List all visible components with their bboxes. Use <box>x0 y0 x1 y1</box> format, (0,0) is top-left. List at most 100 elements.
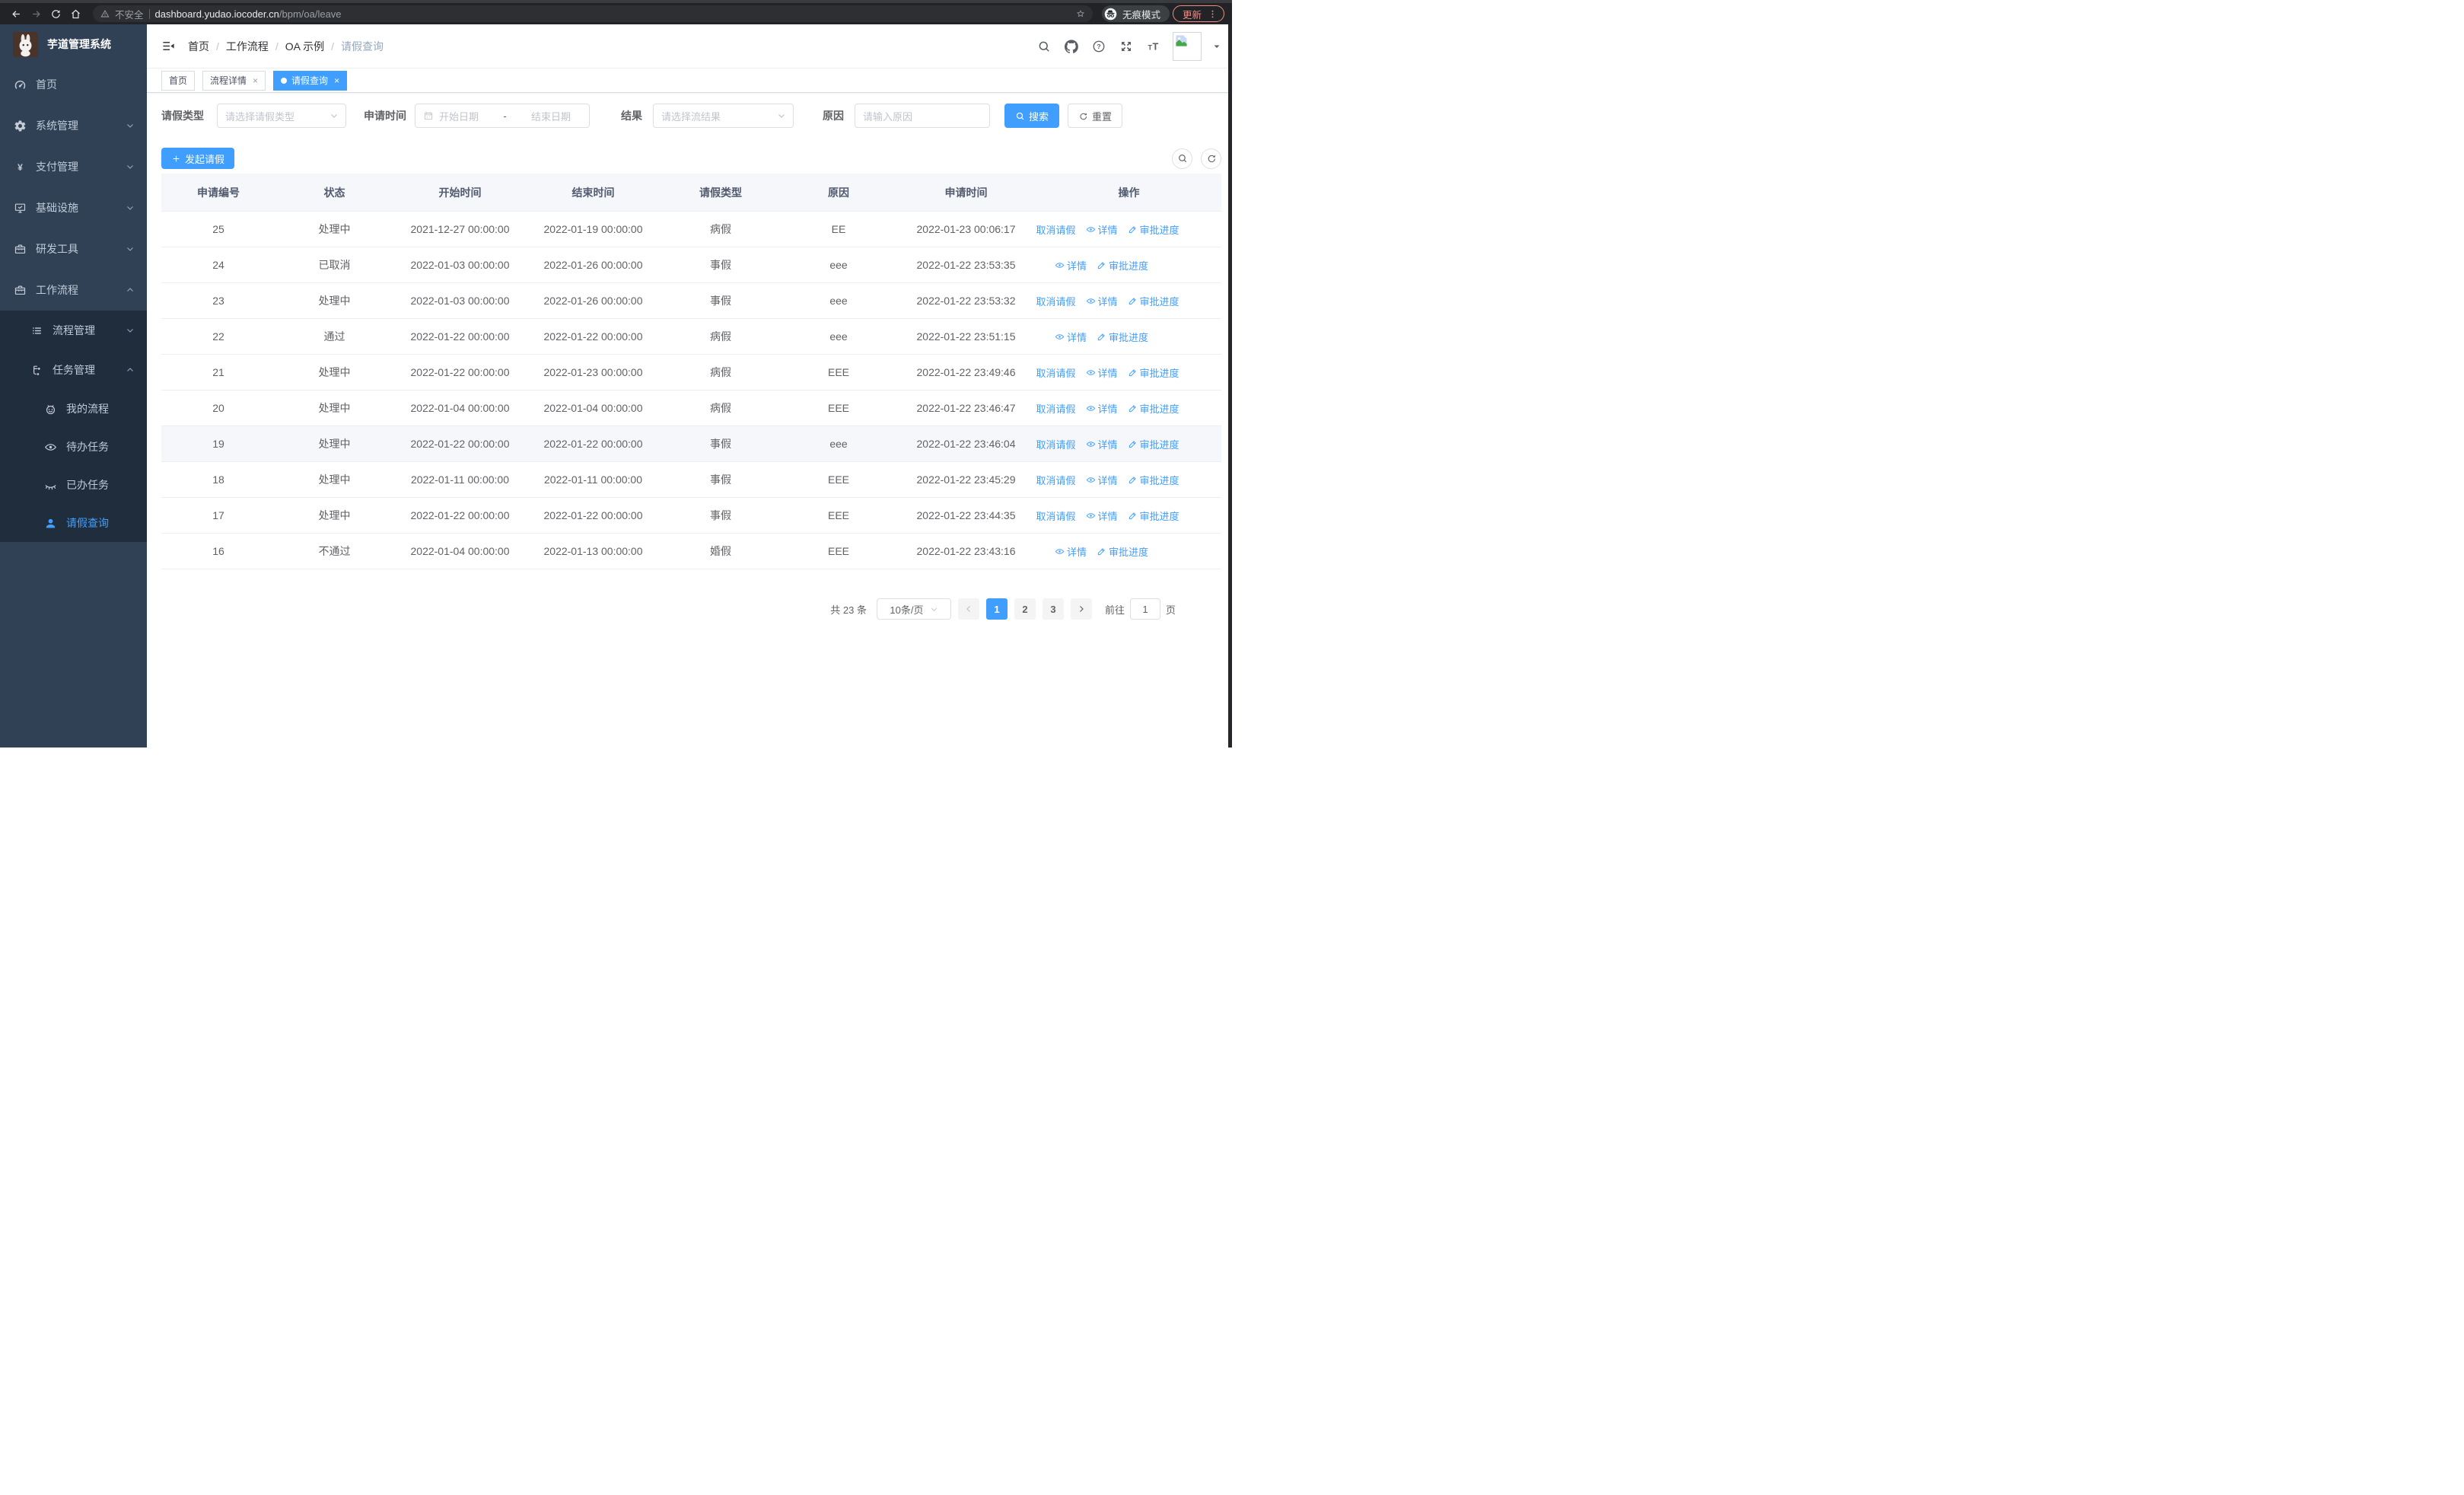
page-button-1[interactable]: 1 <box>985 598 1008 620</box>
action-progress-link[interactable]: 审批进度 <box>1097 330 1148 344</box>
reason-input[interactable]: 请输入原因 <box>855 104 990 128</box>
reset-button[interactable]: 重置 <box>1068 104 1123 128</box>
refresh-table-button[interactable] <box>1201 148 1221 169</box>
cell-leave-type: 病假 <box>710 366 731 378</box>
action-detail-link[interactable]: 详情 <box>1086 222 1118 237</box>
sidebar-item-0[interactable]: 首页 <box>0 64 147 105</box>
page-button-3[interactable]: 3 <box>1042 598 1064 620</box>
tag-2[interactable]: 请假查询 × <box>273 70 348 91</box>
next-page-button[interactable] <box>1070 598 1092 620</box>
page-size-select[interactable]: 10条/页 <box>876 598 951 620</box>
browser-update-menu[interactable]: 更新 <box>1172 5 1224 22</box>
action-cancel-link[interactable]: 取消请假 <box>1036 222 1076 237</box>
sidebar-item-9[interactable]: 待办任务 <box>0 428 147 466</box>
action-cancel-link[interactable]: 取消请假 <box>1036 294 1076 308</box>
cell-start-time: 2022-01-22 00:00:00 <box>410 509 510 521</box>
action-detail-link[interactable]: 详情 <box>1086 508 1118 523</box>
browser-reload-button[interactable] <box>47 5 64 22</box>
font-size-icon[interactable]: TT <box>1145 38 1162 55</box>
app-logo-row[interactable]: 芋道管理系统 <box>0 24 147 64</box>
sidebar-item-8[interactable]: 我的流程 <box>0 390 147 428</box>
create-leave-button[interactable]: 发起请假 <box>161 148 235 169</box>
action-progress-link[interactable]: 审批进度 <box>1128 437 1179 451</box>
search-button[interactable]: 搜索 <box>1004 104 1060 128</box>
browser-scrollbar-track[interactable] <box>1228 24 1232 748</box>
action-progress-link[interactable]: 审批进度 <box>1128 294 1179 308</box>
browser-home-button[interactable] <box>67 5 84 22</box>
active-dot <box>281 77 288 84</box>
sidebar-item-4[interactable]: 研发工具 <box>0 228 147 269</box>
sidebar-item-10[interactable]: 已办任务 <box>0 466 147 504</box>
sidebar-item-6[interactable]: 流程管理 <box>0 311 147 350</box>
kebab-menu-icon <box>1211 10 1214 18</box>
cell-status: 处理中 <box>318 402 351 414</box>
bookmark-star-icon[interactable] <box>1076 9 1085 18</box>
search-button-label: 搜索 <box>1029 110 1049 123</box>
cell-reason: EEE <box>827 509 849 521</box>
prev-page-button[interactable] <box>957 598 979 620</box>
action-cancel-link[interactable]: 取消请假 <box>1036 473 1076 487</box>
action-detail-link[interactable]: 详情 <box>1055 330 1087 344</box>
table-row: 24 已取消 2022-01-03 00:00:00 2022-01-26 00… <box>161 247 1221 283</box>
sidebar-item-11[interactable]: 请假查询 <box>0 504 147 542</box>
github-icon[interactable] <box>1063 38 1080 55</box>
sidebar-item-label: 待办任务 <box>66 441 109 453</box>
close-icon[interactable]: × <box>334 75 339 86</box>
action-detail-link[interactable]: 详情 <box>1086 473 1118 487</box>
action-detail-link[interactable]: 详情 <box>1086 437 1118 451</box>
action-progress-link[interactable]: 审批进度 <box>1097 544 1148 559</box>
action-cancel-link[interactable]: 取消请假 <box>1036 401 1076 416</box>
sidebar-item-3[interactable]: 基础设施 <box>0 187 147 228</box>
cell-start-time: 2021-12-27 00:00:00 <box>410 223 510 235</box>
goto-page-input[interactable]: 1 <box>1129 598 1160 620</box>
leave-type-select[interactable]: 请选择请假类型 <box>217 104 346 128</box>
tag-1[interactable]: 流程详情 × <box>202 70 266 91</box>
cell-status: 处理中 <box>318 223 351 235</box>
cell-actions: 取消请假 详情 审批进度 <box>1036 437 1221 451</box>
search-icon[interactable] <box>1036 38 1052 55</box>
result-select[interactable]: 请选择流结果 <box>653 104 794 128</box>
browser-back-button[interactable] <box>8 5 24 22</box>
cell-apply-time: 2022-01-22 23:51:15 <box>916 330 1016 343</box>
apply-time-range-picker[interactable]: 开始日期 - 结束日期 <box>415 104 590 128</box>
close-icon[interactable]: × <box>253 75 258 86</box>
action-progress-link[interactable]: 审批进度 <box>1128 401 1179 416</box>
action-progress-link[interactable]: 审批进度 <box>1128 365 1179 380</box>
table-row: 19 处理中 2022-01-22 00:00:00 2022-01-22 00… <box>161 426 1221 462</box>
sidebar-item-label: 流程管理 <box>53 324 95 336</box>
action-progress-link[interactable]: 审批进度 <box>1097 258 1148 273</box>
sidebar-item-5[interactable]: 工作流程 <box>0 269 147 311</box>
action-cancel-link[interactable]: 取消请假 <box>1036 508 1076 523</box>
sidebar-item-1[interactable]: 系统管理 <box>0 105 147 146</box>
action-progress-link[interactable]: 审批进度 <box>1128 508 1179 523</box>
avatar[interactable] <box>1173 31 1202 61</box>
action-detail-link[interactable]: 详情 <box>1086 294 1118 308</box>
help-icon[interactable]: ? <box>1090 38 1107 55</box>
show-search-button[interactable] <box>1172 148 1192 169</box>
tag-0[interactable]: 首页 <box>161 70 196 91</box>
cell-end-time: 2022-01-26 00:00:00 <box>543 259 643 271</box>
tag-label: 请假查询 <box>291 75 329 86</box>
breadcrumb-item-1[interactable]: 工作流程 <box>226 39 269 54</box>
action-detail-link[interactable]: 详情 <box>1055 258 1087 273</box>
action-detail-link[interactable]: 详情 <box>1055 544 1087 559</box>
action-detail-link[interactable]: 详情 <box>1086 401 1118 416</box>
chevron-down-icon <box>127 124 133 128</box>
chevron-down-icon[interactable] <box>1212 42 1221 51</box>
sidebar-item-7[interactable]: 任务管理 <box>0 350 147 390</box>
action-cancel-link[interactable]: 取消请假 <box>1036 365 1076 380</box>
action-progress-link[interactable]: 审批进度 <box>1128 473 1179 487</box>
sidebar-toggle-button[interactable] <box>156 34 180 59</box>
date-start-placeholder: 开始日期 <box>439 110 479 123</box>
action-detail-link[interactable]: 详情 <box>1086 365 1118 380</box>
breadcrumb-item-0[interactable]: 首页 <box>188 39 209 54</box>
breadcrumb-item-2[interactable]: OA 示例 <box>285 39 324 54</box>
browser-forward-button[interactable] <box>27 5 44 22</box>
action-cancel-link[interactable]: 取消请假 <box>1036 437 1076 451</box>
leave-type-placeholder: 请选择请假类型 <box>225 110 295 123</box>
fullscreen-icon[interactable] <box>1118 38 1135 55</box>
sidebar-item-2[interactable]: ¥ 支付管理 <box>0 146 147 187</box>
action-progress-link[interactable]: 审批进度 <box>1128 222 1179 237</box>
page-button-2[interactable]: 2 <box>1014 598 1036 620</box>
address-bar[interactable]: 不安全 dashboard.yudao.iocoder.cn/bpm/oa/le… <box>93 5 1093 22</box>
